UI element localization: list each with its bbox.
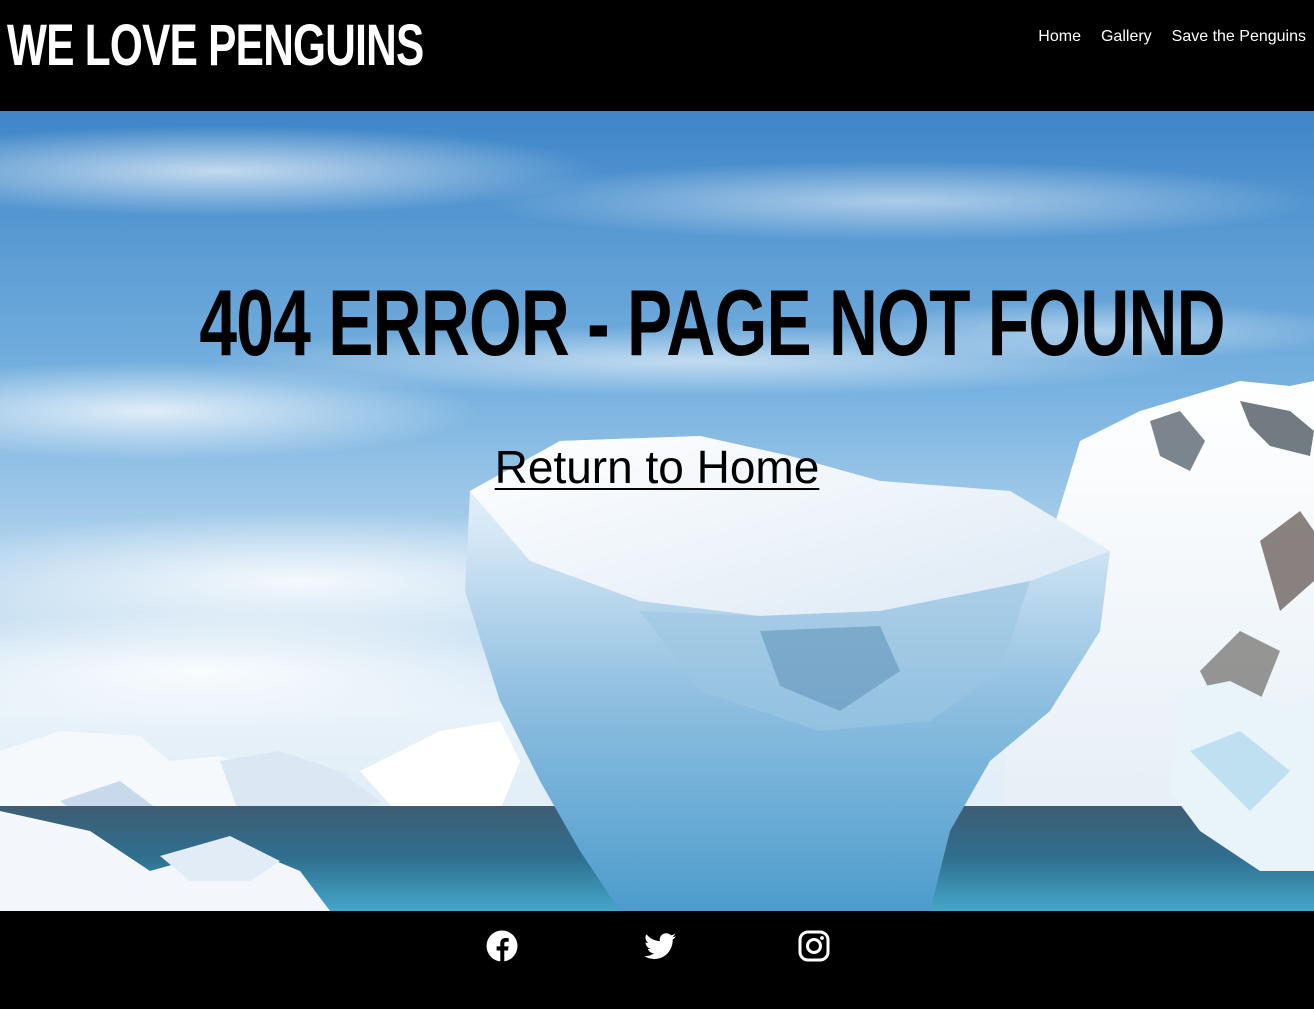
instagram-link[interactable] [797,929,831,963]
error-heading-text: 404 ERROR - PAGE NOT FOUND [199,270,1225,375]
facebook-link[interactable] [485,929,519,963]
return-to-home-link[interactable]: Return to Home [495,441,820,493]
iceberg-background-image [0,111,1314,911]
twitter-link[interactable] [643,929,677,963]
site-logo[interactable]: WE LOVE PENGUINS [7,6,424,86]
nav-save-the-penguins[interactable]: Save the Penguins [1172,28,1306,45]
instagram-icon [798,930,830,962]
error-heading: 404 ERROR - PAGE NOT FOUND [0,273,1314,373]
facebook-icon [486,930,518,962]
site-footer [0,911,1314,1009]
nav-gallery[interactable]: Gallery [1101,28,1152,45]
site-header: WE LOVE PENGUINS Home Gallery Save the P… [0,0,1314,111]
hero-section: 404 ERROR - PAGE NOT FOUND Return to Hom… [0,111,1314,911]
nav-home[interactable]: Home [1038,28,1081,45]
return-link-wrapper: Return to Home [0,441,1314,493]
twitter-icon [644,933,676,959]
